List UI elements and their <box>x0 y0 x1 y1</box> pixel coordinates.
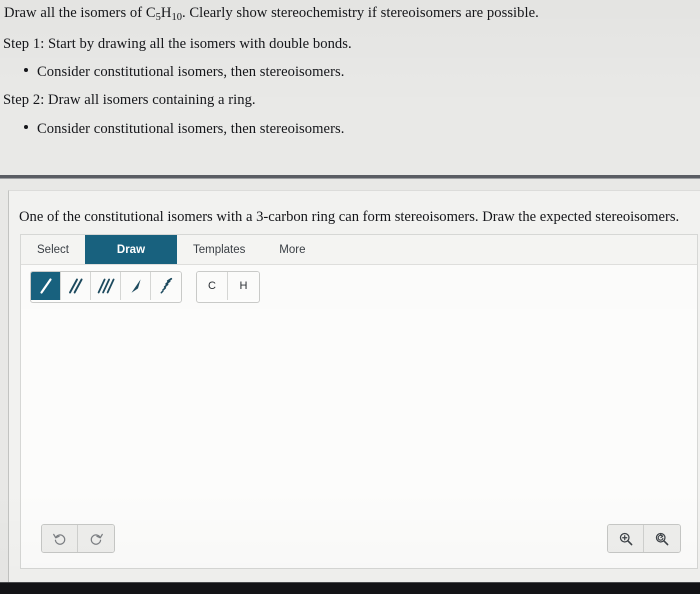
undo-button[interactable] <box>42 525 78 552</box>
solid-wedge-bond-tool[interactable] <box>121 272 151 300</box>
tab-more[interactable]: More <box>261 235 323 264</box>
question-block: Draw all the isomers of C5H10. Clearly s… <box>0 0 700 177</box>
prompt-text-mid: H <box>160 5 172 21</box>
history-button-group <box>41 524 115 553</box>
bullet-dot-icon <box>24 68 28 72</box>
section-divider-highlight <box>0 178 700 179</box>
triple-bond-icon <box>97 278 115 294</box>
zoom-in-icon <box>619 532 632 545</box>
zoom-in-button[interactable] <box>608 525 644 552</box>
exercise-panel: One of the constitutional isomers with a… <box>8 190 700 584</box>
prompt-text-after: . Clearly show stereochemistry if stereo… <box>181 5 539 21</box>
bond-tool-group <box>30 271 182 303</box>
solid-wedge-icon <box>131 279 141 293</box>
single-bond-tool[interactable] <box>31 272 61 300</box>
double-bond-tool[interactable] <box>61 272 91 300</box>
tab-templates[interactable]: Templates <box>177 235 261 264</box>
step2-bullet-label: Consider constitutional isomers, then st… <box>37 121 345 137</box>
step1-bullet-label: Consider constitutional isomers, then st… <box>37 64 345 80</box>
step1-heading: Step 1: Start by drawing all the isomers… <box>3 36 352 52</box>
redo-button[interactable] <box>78 525 114 552</box>
hydrogen-atom-tool[interactable]: H <box>228 272 259 300</box>
undo-icon <box>53 533 66 545</box>
step1-bullet-item: Consider constitutional isomers, then st… <box>24 64 344 81</box>
triple-bond-tool[interactable] <box>91 272 121 300</box>
carbon-atom-tool[interactable]: C <box>197 272 228 300</box>
page-title: Draw all the isomers of C5H10. Clearly s… <box>4 5 539 24</box>
atom-tool-group: C H <box>196 271 260 303</box>
single-bond-icon <box>39 278 52 294</box>
hashed-wedge-bond-tool[interactable] <box>151 272 181 300</box>
formula-subscript-hydrogen: 10 <box>171 11 182 23</box>
editor-tab-strip: Select Draw Templates More <box>21 235 697 265</box>
editor-tool-row: C H <box>21 265 697 309</box>
view-control-group <box>607 524 681 553</box>
hashed-wedge-icon <box>160 277 173 294</box>
step2-heading: Step 2: Draw all isomers containing a ri… <box>3 92 256 108</box>
double-bond-icon <box>68 278 83 294</box>
prompt-text-before: Draw all the isomers of C <box>4 5 156 21</box>
zoom-reset-icon <box>655 532 669 545</box>
bullet-dot-icon <box>24 125 28 129</box>
redo-icon <box>90 533 103 545</box>
drawing-canvas[interactable] <box>21 309 697 568</box>
bottom-band <box>0 583 700 594</box>
tab-select[interactable]: Select <box>21 235 85 264</box>
zoom-reset-button[interactable] <box>644 525 680 552</box>
tab-draw[interactable]: Draw <box>84 235 177 264</box>
molecule-editor: Select Draw Templates More C H <box>20 234 698 569</box>
step2-bullet-item: Consider constitutional isomers, then st… <box>24 121 344 138</box>
exercise-instruction: One of the constitutional isomers with a… <box>19 209 680 225</box>
